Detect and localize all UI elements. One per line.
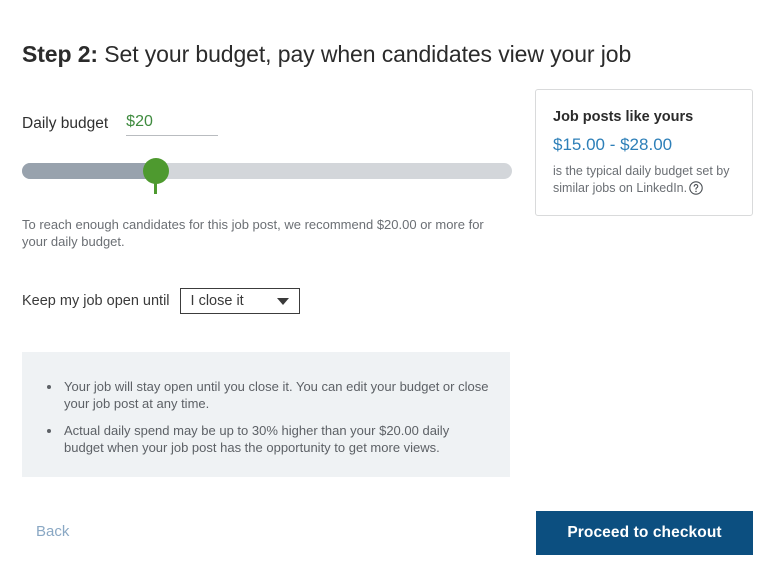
budget-slider[interactable] [22,158,512,194]
keep-job-open-row: Keep my job open until I close it [22,288,300,314]
keep-job-open-dropdown[interactable]: I close it [179,288,300,314]
budget-info-box: Your job will stay open until you close … [22,352,510,477]
similar-jobs-budget-range: $15.00 - $28.00 [553,135,673,154]
back-link[interactable]: Back [36,522,69,542]
budget-recommendation-text: To reach enough candidates for this job … [22,217,484,249]
daily-budget-row: Daily budget [22,112,219,136]
question-circle-icon[interactable] [689,181,703,195]
keep-job-open-selected-value: I close it [190,293,244,309]
similar-jobs-card: Job posts like yours $15.00 - $28.00 is … [535,89,753,216]
daily-budget-input[interactable] [126,112,219,132]
budget-slider-handle[interactable] [143,158,169,184]
budget-info-list: Your job will stay open until you close … [42,378,490,456]
proceed-to-checkout-button[interactable]: Proceed to checkout [536,511,753,555]
keep-job-open-label: Keep my job open until [22,293,170,309]
page-title-step: Step 2: [22,41,98,68]
daily-budget-label: Daily budget [22,115,109,132]
page-title-rest: Set your budget, pay when candidates vie… [97,41,632,68]
similar-jobs-card-title: Job posts like yours [553,109,694,125]
list-item: Actual daily spend may be up to 30% high… [62,422,490,456]
daily-budget-input-wrapper[interactable] [126,112,219,136]
similar-jobs-description: is the typical daily budget set by simil… [553,163,735,197]
budget-step-page: Step 2: Set your budget, pay when candid… [0,0,772,578]
chevron-down-icon [276,297,289,305]
page-title: Step 2: Set your budget, pay when candid… [22,39,631,69]
list-item: Your job will stay open until you close … [62,378,490,412]
budget-slider-fill [22,163,155,179]
